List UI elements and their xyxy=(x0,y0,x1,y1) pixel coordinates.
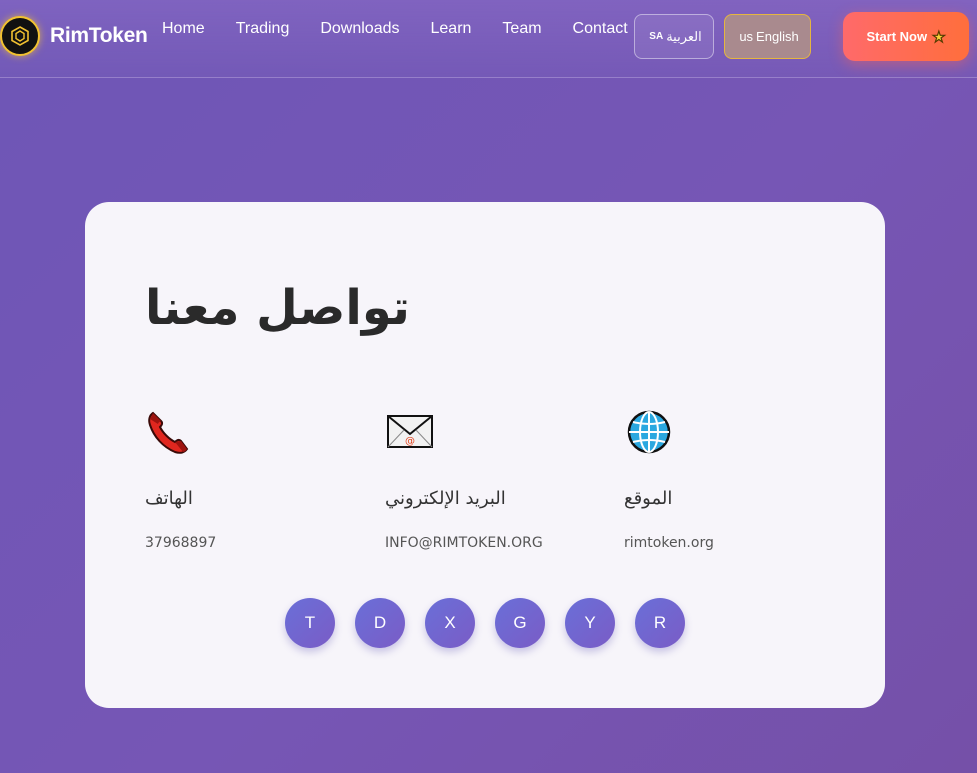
nav-contact[interactable]: Contact xyxy=(573,20,628,38)
social-link-g[interactable]: G xyxy=(495,598,545,648)
social-link-r[interactable]: R xyxy=(635,598,685,648)
social-links: T D X G Y R xyxy=(285,598,705,648)
email-value[interactable]: INFO@RIMTOKEN.ORG xyxy=(385,535,543,551)
nav-team[interactable]: Team xyxy=(502,20,541,38)
main-nav: Home Trading Downloads Learn Team Contac… xyxy=(162,20,659,38)
phone-icon xyxy=(148,411,189,454)
phone-label: الهاتف xyxy=(145,488,193,509)
social-link-d[interactable]: D xyxy=(355,598,405,648)
phone-value[interactable]: 37968897 xyxy=(145,535,216,551)
social-link-x[interactable]: X xyxy=(425,598,475,648)
email-label: البريد الإلكتروني xyxy=(385,488,506,509)
globe-icon xyxy=(627,410,671,454)
website-value[interactable]: rimtoken.org xyxy=(624,535,714,551)
contact-title: تواصل معنا xyxy=(145,280,410,336)
navbar: RimToken Home Trading Downloads Learn Te… xyxy=(0,0,977,78)
nav-learn[interactable]: Learn xyxy=(431,20,472,38)
envelope-icon: @ xyxy=(387,415,433,448)
start-now-label: Start Now xyxy=(866,29,928,44)
flag-us-code: us xyxy=(739,29,754,44)
contact-card: تواصل معنا الهاتف 37968897 @ البريد الإل… xyxy=(85,202,885,708)
language-arabic-button[interactable]: SA العربية xyxy=(634,14,714,59)
language-english-label: English xyxy=(756,29,799,44)
flag-sa-code: SA xyxy=(649,31,664,42)
language-english-button[interactable]: us English xyxy=(724,14,811,59)
nav-home[interactable]: Home xyxy=(162,20,205,38)
website-label: الموقع xyxy=(624,488,673,509)
svg-text:@: @ xyxy=(405,436,415,447)
rimtoken-logo-icon xyxy=(0,16,40,56)
nav-trading[interactable]: Trading xyxy=(236,20,290,38)
brand-logo[interactable]: RimToken xyxy=(0,16,148,56)
start-now-button[interactable]: Start Now ★ xyxy=(843,12,969,61)
social-link-t[interactable]: T xyxy=(285,598,335,648)
language-arabic-label: العربية xyxy=(666,28,702,44)
nav-downloads[interactable]: Downloads xyxy=(320,20,399,38)
brand-name: RimToken xyxy=(50,24,148,47)
star-icon: ★ xyxy=(932,28,946,46)
social-link-y[interactable]: Y xyxy=(565,598,615,648)
